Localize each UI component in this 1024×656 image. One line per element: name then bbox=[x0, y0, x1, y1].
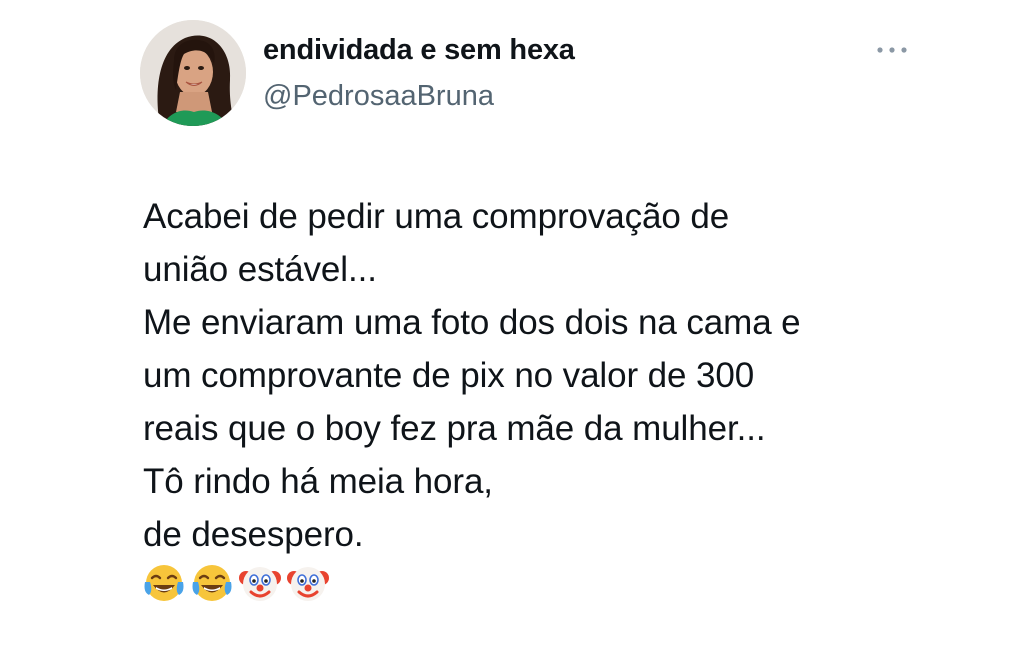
tweet-text-line: reais que o boy fez pra mãe da mulher... bbox=[143, 409, 766, 448]
tweet-text-line: de desespero. bbox=[143, 515, 364, 554]
tears-of-joy-emoji-icon bbox=[144, 565, 184, 601]
more-horizontal-icon bbox=[877, 47, 907, 53]
emoji-row bbox=[143, 562, 329, 604]
tweet-text-line: Acabei de pedir uma comprovação de bbox=[143, 197, 730, 236]
tweet-text-line: união estável... bbox=[143, 250, 377, 289]
tweet-card: endividada e sem hexa @PedrosaaBruna Aca… bbox=[0, 0, 1024, 656]
tweet-text-line: Tô rindo há meia hora, bbox=[143, 462, 493, 501]
tears-of-joy-emoji-icon bbox=[192, 565, 232, 601]
avatar[interactable] bbox=[140, 20, 246, 126]
user-handle[interactable]: @PedrosaaBruna bbox=[263, 80, 494, 113]
more-options-button[interactable] bbox=[872, 38, 912, 62]
clown-face-emoji-icon bbox=[239, 567, 281, 601]
tweet-text-line: Me enviaram uma foto dos dois na cama e bbox=[143, 303, 801, 342]
tweet-text: Acabei de pedir uma comprovação de união… bbox=[143, 190, 943, 561]
clown-face-emoji-icon bbox=[287, 567, 329, 601]
profile-photo-icon bbox=[140, 20, 246, 126]
display-name[interactable]: endividada e sem hexa bbox=[263, 34, 575, 67]
tweet-text-line: um comprovante de pix no valor de 300 bbox=[143, 356, 755, 395]
